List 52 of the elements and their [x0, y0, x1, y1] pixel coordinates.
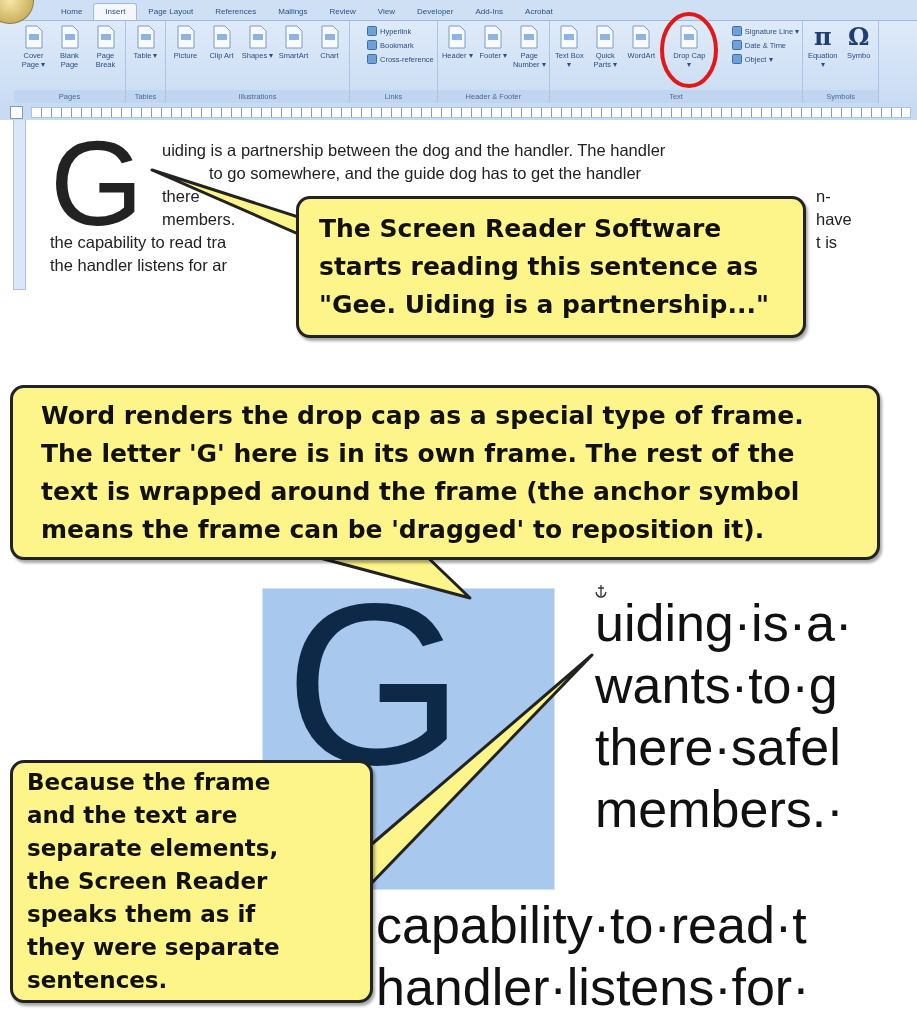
- square-icon: [731, 26, 742, 36]
- page-icon: [95, 25, 116, 49]
- page-icon: [59, 25, 80, 49]
- square-icon: [731, 40, 742, 50]
- page-icon: [211, 25, 232, 49]
- zoomed-text: handler·listens·for·: [376, 957, 811, 1011]
- ribbon-tab[interactable]: Review: [318, 4, 367, 20]
- page-icon: [519, 25, 540, 49]
- ribbon-tab[interactable]: Developer: [406, 4, 465, 20]
- document-text: have: [816, 209, 852, 230]
- zoomed-text: members.·: [595, 779, 845, 840]
- ribbon-tab[interactable]: Page Layout: [137, 4, 205, 20]
- document-text: members.: [162, 209, 236, 230]
- page-icon: [319, 25, 340, 49]
- page-icon: [483, 25, 504, 49]
- ribbon-tab[interactable]: Mailings: [267, 4, 319, 20]
- page-icon: [175, 25, 196, 49]
- zoomed-text: uiding·is·a·: [595, 593, 853, 654]
- drop-cap-letter: G: [50, 137, 144, 231]
- document-text: the handler listens for ar: [50, 256, 227, 274]
- page-icon: [23, 25, 44, 49]
- zoomed-text: there·safel: [595, 717, 842, 778]
- callout-text: Word renders the drop cap as a special type of frame. The letter 'G' here is in its own frame. The rest of the text is wrapped around the frame (the anchor symbol means the frame can be 'dragged' to reposition it).: [41, 399, 805, 546]
- page-icon: [447, 25, 468, 49]
- ribbon-tab[interactable]: References: [204, 4, 268, 20]
- ribbon-tab[interactable]: View: [366, 4, 406, 20]
- square-icon: [367, 54, 377, 64]
- square-icon: [731, 54, 742, 64]
- document-text: the capability to read tra: [50, 232, 227, 253]
- ribbon-tab[interactable]: Home: [50, 4, 94, 20]
- page-icon: [631, 25, 652, 49]
- page-icon: [679, 25, 700, 49]
- anchor-icon: [595, 584, 607, 598]
- document-text: t is: [816, 232, 838, 253]
- page-icon: [247, 25, 268, 49]
- tab-selector-icon[interactable]: [10, 105, 23, 119]
- ribbon-tab[interactable]: Add-Ins: [464, 4, 515, 20]
- zoomed-text: capability·to·read·t: [376, 895, 808, 956]
- zoomed-text: wants·to·g: [595, 655, 839, 716]
- document-text: there: [162, 186, 200, 207]
- page-icon: [283, 25, 304, 49]
- ribbon-tab[interactable]: Insert: [93, 3, 138, 20]
- document-text: uiding is a partnership between the dog and the handler. The handler: [162, 141, 666, 159]
- document-text: to go somewhere, and the guide dog has to get the handler: [209, 164, 642, 182]
- document-text: n-: [816, 186, 831, 207]
- square-icon: [367, 40, 377, 50]
- page-icon: [595, 25, 616, 49]
- ribbon-tab[interactable]: Acrobat: [514, 4, 564, 20]
- callout-text: The Screen Reader Software starts reading this sentence as "Gee. Uiding is a partnership...": [319, 213, 770, 321]
- page-icon: [559, 25, 580, 49]
- square-icon: [367, 26, 377, 36]
- page-icon: [135, 25, 156, 49]
